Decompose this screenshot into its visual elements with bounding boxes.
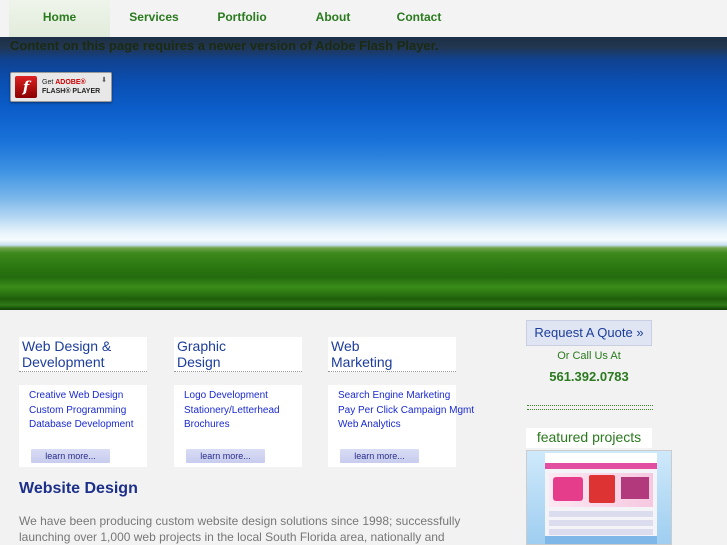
top-nav: Home Services Portfolio About Contact (0, 0, 727, 37)
nav-item-about[interactable]: About (291, 0, 375, 37)
flash-icon: f (15, 76, 37, 98)
link-database-development[interactable]: Database Development (29, 418, 147, 433)
link-stationery-letterhead[interactable]: Stationery/Letterhead (184, 404, 302, 419)
thumbnail-content-row (549, 529, 653, 535)
nav-item-home[interactable]: Home (9, 0, 110, 37)
thumbnail-nav (545, 463, 657, 469)
thumbnail-content-row (549, 511, 653, 517)
phone-number[interactable]: 561.392.0783 (526, 369, 652, 384)
thumbnail-content-row (549, 520, 653, 526)
service-links: Creative Web Design Custom Programming D… (19, 385, 147, 467)
featured-projects-heading: featured projects (526, 428, 652, 448)
flash-button-brand: ADOBE® (55, 79, 86, 86)
call-us-label: Or Call Us At (557, 350, 621, 362)
hero-flash-area: Content on this page requires a newer ve… (0, 37, 727, 310)
nav-item-services[interactable]: Services (110, 0, 198, 37)
service-box-web-design: Web Design & Development Creative Web De… (19, 337, 147, 467)
nav-item-contact[interactable]: Contact (375, 0, 463, 37)
service-header: Web Marketing (328, 337, 456, 372)
link-pay-per-click[interactable]: Pay Per Click Campaign Mgmt (338, 404, 474, 419)
flash-button-text: Get ADOBE® FLASH® PLAYER (42, 78, 100, 96)
flash-button-product: FLASH® PLAYER (42, 88, 101, 95)
service-header: Graphic Design (174, 337, 302, 372)
thumbnail-graphic (589, 475, 615, 503)
thumbnail-graphic (621, 477, 649, 499)
intro-paragraph: We have been producing custom website de… (19, 514, 461, 544)
service-links: Logo Development Stationery/Letterhead B… (174, 385, 302, 467)
learn-more-button[interactable]: learn more... (186, 449, 265, 463)
get-flash-player-button[interactable]: f Get ADOBE® FLASH® PLAYER ⬇ (10, 72, 112, 102)
link-brochures[interactable]: Brochures (184, 418, 302, 433)
thumbnail-footer (545, 536, 657, 544)
service-header: Web Design & Development (19, 337, 147, 372)
link-search-engine-marketing[interactable]: Search Engine Marketing (338, 389, 456, 404)
service-box-web-marketing: Web Marketing Search Engine Marketing Pa… (328, 337, 474, 467)
learn-more-button[interactable]: learn more... (340, 449, 419, 463)
page-title: Website Design (19, 480, 138, 497)
service-title: Web Design & Development (22, 338, 112, 370)
request-quote-button[interactable]: Request A Quote » (526, 320, 652, 346)
flash-required-message: Content on this page requires a newer ve… (10, 38, 439, 53)
link-logo-development[interactable]: Logo Development (184, 389, 302, 404)
service-links: Search Engine Marketing Pay Per Click Ca… (328, 385, 474, 467)
link-custom-programming[interactable]: Custom Programming (29, 404, 147, 419)
thumbnail-header (545, 453, 657, 463)
service-box-graphic-design: Graphic Design Logo Development Statione… (174, 337, 302, 467)
service-title: Graphic Design (177, 338, 227, 370)
service-title: Web Marketing (331, 338, 393, 370)
divider (527, 405, 653, 410)
learn-more-button[interactable]: learn more... (31, 449, 110, 463)
link-creative-web-design[interactable]: Creative Web Design (29, 389, 147, 404)
thumbnail-graphic (553, 477, 583, 501)
download-arrow-icon: ⬇ (101, 77, 107, 84)
flash-button-get: Get (42, 79, 56, 86)
featured-project-thumbnail[interactable] (526, 450, 672, 545)
nav-item-portfolio[interactable]: Portfolio (202, 0, 282, 37)
link-web-analytics[interactable]: Web Analytics (338, 418, 456, 433)
